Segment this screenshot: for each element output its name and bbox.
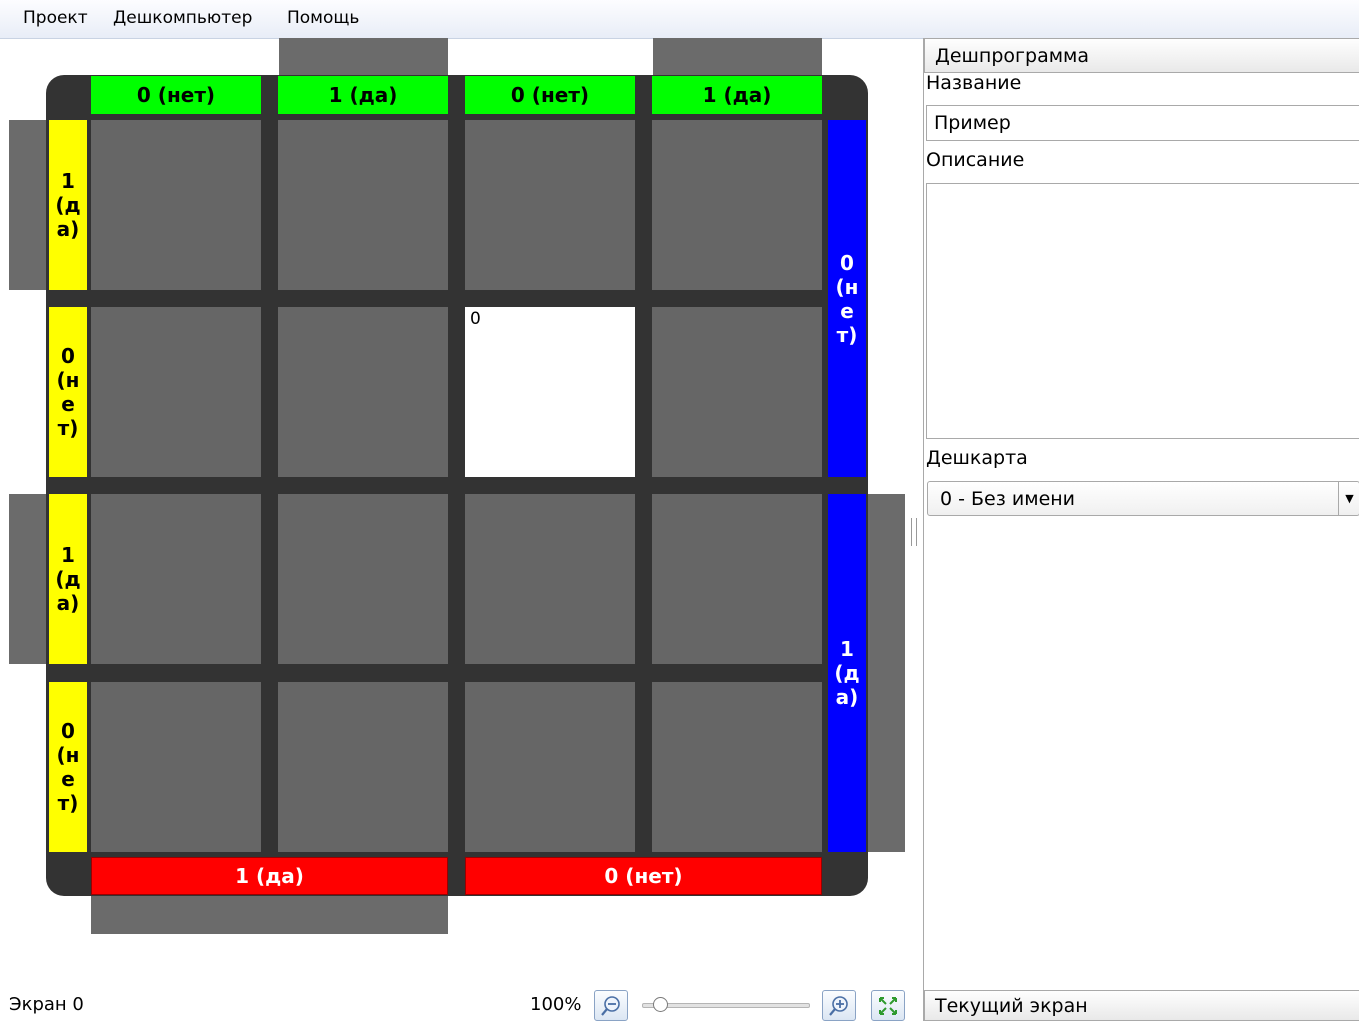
right-label: 1 (да) xyxy=(828,494,866,852)
map-cell[interactable] xyxy=(278,120,448,290)
chevron-down-icon[interactable]: ▼ xyxy=(1338,482,1359,515)
map-cell[interactable] xyxy=(278,682,448,852)
map-cell[interactable] xyxy=(91,494,261,664)
splitter-grip[interactable] xyxy=(911,518,917,546)
map-cell[interactable] xyxy=(465,494,635,664)
cell-value: 0 xyxy=(470,309,481,329)
map-cell[interactable] xyxy=(652,682,822,852)
right-tab xyxy=(865,494,905,852)
left-label: 0 (нет) xyxy=(49,307,87,477)
map-cell[interactable] xyxy=(465,120,635,290)
zoom-slider-thumb[interactable] xyxy=(653,997,668,1012)
name-label: Название xyxy=(926,72,1022,94)
map-cell[interactable] xyxy=(652,494,822,664)
menu-help[interactable]: Помощь xyxy=(287,8,359,28)
map-cell[interactable] xyxy=(91,307,261,477)
top-label: 1 (да) xyxy=(278,76,448,114)
right-label: 0 (нет) xyxy=(828,120,866,477)
menu-deshcomputer[interactable]: Дешкомпьютер xyxy=(113,8,252,28)
screen-status: Экран 0 xyxy=(9,994,84,1015)
bottom-tab xyxy=(91,894,448,934)
top-tab xyxy=(279,38,448,76)
bottom-label: 0 (нет) xyxy=(465,857,822,895)
left-label: 1 (да) xyxy=(49,494,87,664)
map-select-value: 0 - Без имени xyxy=(940,487,1076,510)
left-tab xyxy=(9,494,49,664)
map-cell-active[interactable]: 0 xyxy=(465,307,635,477)
zoom-in-button[interactable] xyxy=(822,990,856,1021)
zoom-out-button[interactable] xyxy=(594,990,628,1021)
map-cell[interactable] xyxy=(278,494,448,664)
top-label: 0 (нет) xyxy=(91,76,261,114)
fit-to-screen-button[interactable] xyxy=(871,990,905,1021)
panel-header: Дешпрограмма xyxy=(924,38,1359,73)
zoom-out-icon xyxy=(601,995,620,1016)
map-label: Дешкарта xyxy=(926,447,1028,469)
map-cell[interactable] xyxy=(465,682,635,852)
map-cell[interactable] xyxy=(91,120,261,290)
left-label: 1 (да) xyxy=(49,120,87,290)
map-cell[interactable] xyxy=(652,307,822,477)
zoom-level: 100% xyxy=(530,994,582,1015)
top-label: 1 (да) xyxy=(652,76,822,114)
map-select[interactable]: 0 - Без имени ▼ xyxy=(927,481,1359,516)
fit-screen-icon xyxy=(879,996,897,1015)
menu-project[interactable]: Проект xyxy=(23,8,88,28)
description-label: Описание xyxy=(926,149,1025,171)
bottom-label: 1 (да) xyxy=(91,857,448,895)
top-tab xyxy=(653,38,822,76)
properties-panel: Дешпрограмма Название Пример Описание Де… xyxy=(923,38,1359,1021)
map-cell[interactable] xyxy=(652,120,822,290)
menu-bar: Проект Дешкомпьютер Помощь xyxy=(0,0,1359,39)
current-screen-header[interactable]: Текущий экран xyxy=(924,990,1359,1021)
zoom-in-icon xyxy=(829,995,848,1016)
name-field[interactable]: Пример xyxy=(926,105,1359,141)
left-label: 0 (нет) xyxy=(49,682,87,852)
description-field[interactable] xyxy=(926,183,1359,439)
top-label: 0 (нет) xyxy=(465,76,635,114)
left-tab xyxy=(9,120,49,290)
map-cell[interactable] xyxy=(91,682,261,852)
map-cell[interactable] xyxy=(278,307,448,477)
